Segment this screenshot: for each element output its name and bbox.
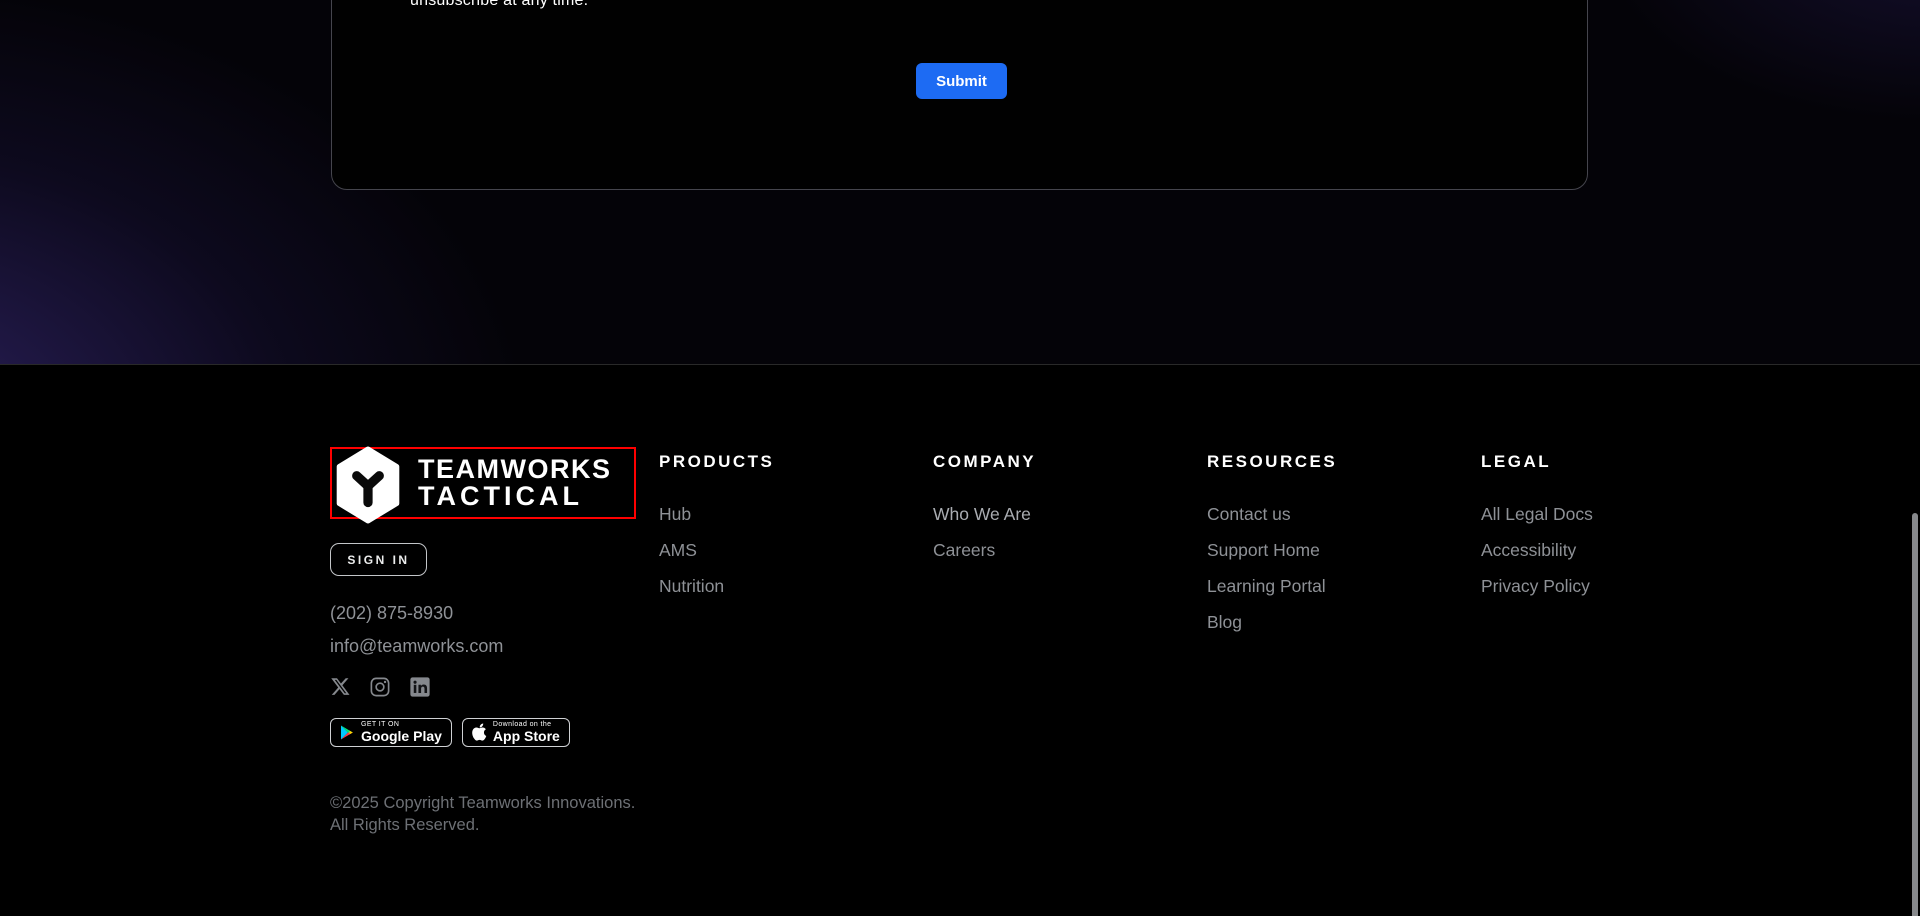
- copyright-line-2: All Rights Reserved.: [330, 816, 479, 834]
- x-icon: [330, 677, 351, 697]
- copyright: ©2025 Copyright Teamworks Innovations. A…: [330, 792, 635, 836]
- teamworks-hexagon-logo-icon: [335, 446, 401, 524]
- app-store-badge[interactable]: Download on the App Store: [462, 718, 570, 747]
- store-badges: GET IT ON Google Play Download on the Ap…: [330, 718, 570, 747]
- footer-link[interactable]: Careers: [933, 540, 995, 560]
- scrollbar-thumb[interactable]: [1912, 513, 1918, 916]
- footer-link[interactable]: Nutrition: [659, 576, 724, 596]
- newsletter-disclaimer: unsubscribe at any time.: [410, 0, 588, 10]
- sign-in-button[interactable]: SIGN IN: [330, 543, 427, 576]
- linkedin-social-link[interactable]: [409, 676, 431, 698]
- submit-button[interactable]: Submit: [916, 63, 1007, 99]
- footer-link[interactable]: Privacy Policy: [1481, 576, 1590, 596]
- copyright-line-1: ©2025 Copyright Teamworks Innovations.: [330, 794, 635, 812]
- footer-column-company: COMPANY Who We Are Careers: [933, 452, 1207, 647]
- footer-columns: PRODUCTS Hub AMS Nutrition COMPANY Who We Are…: [659, 452, 1755, 647]
- logo-word-tactical: TACTICAL: [418, 483, 611, 510]
- app-store-store-name: App Store: [493, 729, 560, 744]
- footer-link[interactable]: Contact us: [1207, 504, 1291, 524]
- logo-highlight-box[interactable]: TEAMWORKS TACTICAL: [330, 447, 636, 519]
- footer-link[interactable]: Blog: [1207, 612, 1242, 632]
- footer: TEAMWORKS TACTICAL SIGN IN (202) 875-893…: [0, 364, 1920, 916]
- footer-link[interactable]: Hub: [659, 504, 691, 524]
- footer-link[interactable]: Who We Are: [933, 504, 1031, 524]
- logo-word-teamworks: TEAMWORKS: [418, 456, 611, 483]
- x-social-link[interactable]: [330, 677, 351, 697]
- logo-wordmark: TEAMWORKS TACTICAL: [418, 456, 611, 510]
- email-link[interactable]: info@teamworks.com: [330, 636, 503, 657]
- linkedin-icon: [409, 676, 431, 698]
- footer-column-products: PRODUCTS Hub AMS Nutrition: [659, 452, 933, 647]
- footer-column-heading: PRODUCTS: [659, 452, 933, 472]
- footer-column-resources: RESOURCES Contact us Support Home Learning …: [1207, 452, 1481, 647]
- social-links: [330, 676, 431, 698]
- footer-column-heading: RESOURCES: [1207, 452, 1481, 472]
- google-play-store-name: Google Play: [361, 729, 442, 744]
- instagram-social-link[interactable]: [369, 676, 391, 698]
- newsletter-section: unsubscribe at any time. Submit: [0, 0, 1920, 364]
- footer-link[interactable]: Accessibility: [1481, 540, 1576, 560]
- footer-link[interactable]: Support Home: [1207, 540, 1320, 560]
- phone-link[interactable]: (202) 875-8930: [330, 603, 453, 624]
- google-play-icon: [339, 724, 355, 741]
- footer-link[interactable]: AMS: [659, 540, 697, 560]
- footer-column-heading: LEGAL: [1481, 452, 1755, 472]
- google-play-badge[interactable]: GET IT ON Google Play: [330, 718, 452, 747]
- instagram-icon: [369, 676, 391, 698]
- newsletter-card: unsubscribe at any time. Submit: [331, 0, 1588, 190]
- footer-link[interactable]: Learning Portal: [1207, 576, 1326, 596]
- footer-column-heading: COMPANY: [933, 452, 1207, 472]
- apple-icon: [471, 723, 487, 742]
- footer-column-legal: LEGAL All Legal Docs Accessibility Privacy …: [1481, 452, 1755, 647]
- footer-link[interactable]: All Legal Docs: [1481, 504, 1593, 524]
